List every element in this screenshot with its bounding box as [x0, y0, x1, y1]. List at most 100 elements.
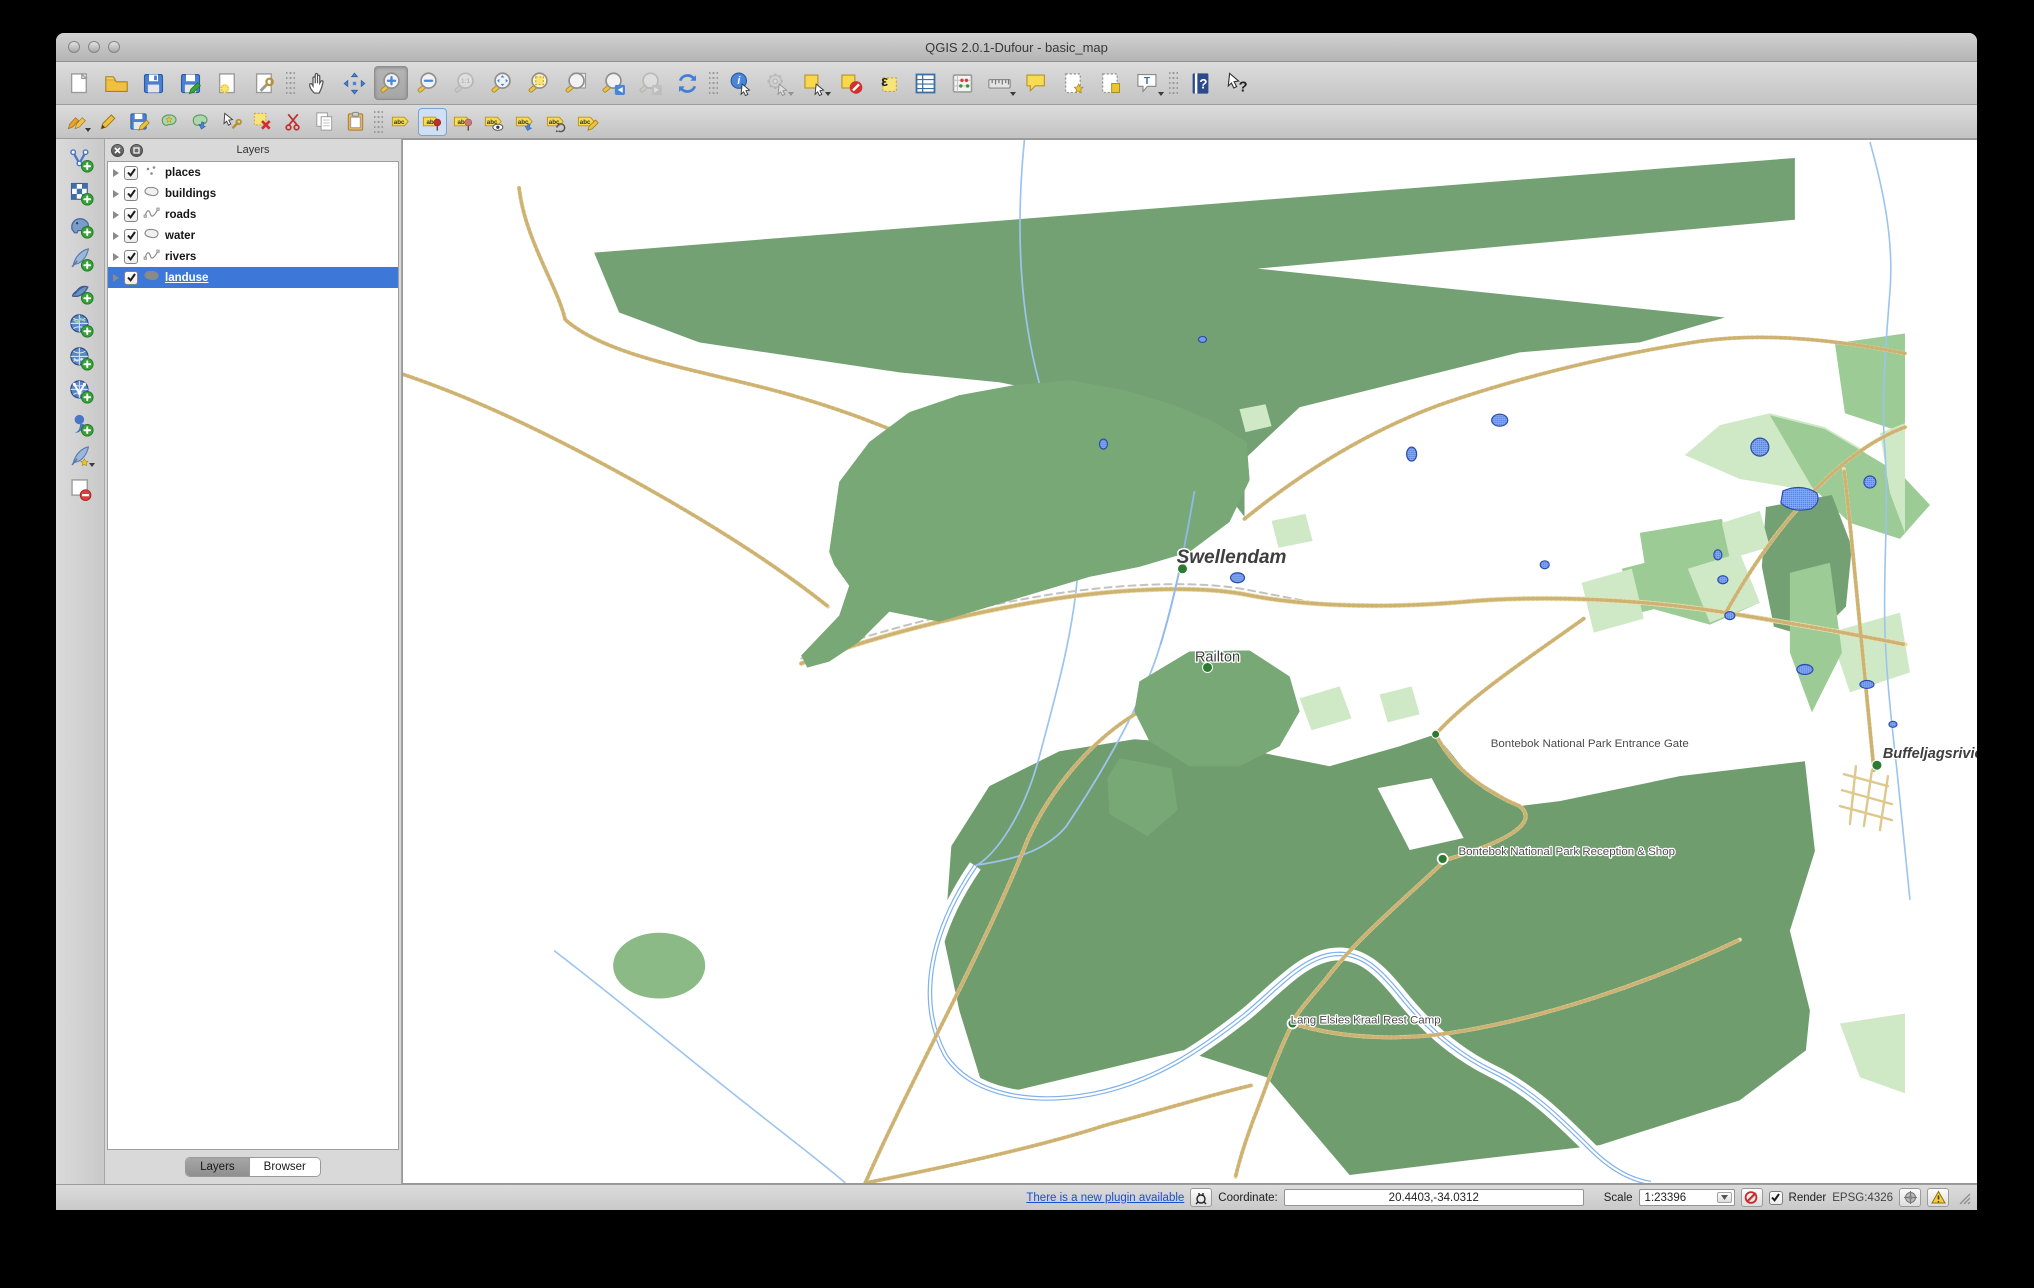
- identify-features-button[interactable]: i: [723, 66, 757, 100]
- open-project-button[interactable]: [99, 66, 133, 100]
- map-canvas[interactable]: SwellendamRailtonBontebok National Park …: [402, 139, 1977, 1184]
- stop-render-button[interactable]: [1741, 1188, 1763, 1207]
- layer-name[interactable]: rivers: [165, 251, 196, 263]
- paste-features-button[interactable]: [341, 108, 370, 136]
- help-contents-button[interactable]: ?: [1183, 66, 1217, 100]
- layer-row-rivers[interactable]: rivers: [108, 246, 398, 267]
- dropdown-caret-icon[interactable]: [85, 128, 91, 132]
- pan-to-selection-button[interactable]: [337, 66, 371, 100]
- open-attribute-table-button[interactable]: [908, 66, 942, 100]
- layer-visibility-checkbox[interactable]: [124, 208, 138, 222]
- panel-close-icon[interactable]: [111, 144, 124, 157]
- zoom-to-layer-button[interactable]: [559, 66, 593, 100]
- select-features-button[interactable]: [797, 66, 831, 100]
- add-raster-layer-button[interactable]: [66, 178, 95, 207]
- zoom-to-selection-button[interactable]: [522, 66, 556, 100]
- toggle-editing-button[interactable]: [93, 108, 122, 136]
- expand-arrow-icon[interactable]: [113, 211, 119, 219]
- zoom-out-button[interactable]: [411, 66, 445, 100]
- pan-map-button[interactable]: [300, 66, 334, 100]
- resize-grip[interactable]: [1957, 1191, 1971, 1205]
- layer-visibility-checkbox[interactable]: [124, 271, 138, 285]
- pin-unpin-labels-button[interactable]: ab: [418, 108, 447, 136]
- panel-float-icon[interactable]: [130, 144, 143, 157]
- add-vector-layer-button[interactable]: [66, 145, 95, 174]
- add-delimited-text-layer-button[interactable]: [66, 409, 95, 438]
- new-print-composer-button[interactable]: [210, 66, 244, 100]
- save-project-as-button[interactable]: [173, 66, 207, 100]
- zoom-full-button[interactable]: [485, 66, 519, 100]
- deselect-features-button[interactable]: [834, 66, 868, 100]
- crs-status-button[interactable]: [1899, 1188, 1921, 1207]
- show-bookmarks-button[interactable]: [1093, 66, 1127, 100]
- delete-selected-button[interactable]: [248, 108, 277, 136]
- refresh-map-button[interactable]: [670, 66, 704, 100]
- dropdown-caret-icon[interactable]: [1158, 92, 1164, 96]
- zoom-in-button[interactable]: [374, 66, 408, 100]
- dropdown-caret-icon[interactable]: [788, 92, 794, 96]
- composer-manager-button[interactable]: [247, 66, 281, 100]
- layer-row-water[interactable]: water: [108, 225, 398, 246]
- plugin-icon[interactable]: [1190, 1188, 1212, 1207]
- layer-name[interactable]: buildings: [165, 188, 216, 200]
- plugin-available-link[interactable]: There is a new plugin available: [1026, 1192, 1184, 1204]
- field-calculator-button[interactable]: [945, 66, 979, 100]
- new-project-button[interactable]: [62, 66, 96, 100]
- add-wfs-layer-button[interactable]: [66, 376, 95, 405]
- titlebar[interactable]: QGIS 2.0.1-Dufour - basic_map: [56, 33, 1977, 62]
- dropdown-caret-icon[interactable]: [825, 92, 831, 96]
- scale-combobox[interactable]: 1:23396: [1639, 1189, 1735, 1206]
- text-annotation-button[interactable]: T: [1130, 66, 1164, 100]
- layer-name[interactable]: landuse: [165, 272, 208, 284]
- layer-row-roads[interactable]: roads: [108, 204, 398, 225]
- message-log-button[interactable]: [1927, 1188, 1949, 1207]
- add-wcs-layer-button[interactable]: [66, 343, 95, 372]
- layer-name[interactable]: roads: [165, 209, 196, 221]
- layer-visibility-checkbox[interactable]: [124, 187, 138, 201]
- expand-arrow-icon[interactable]: [113, 253, 119, 261]
- minimize-window-button[interactable]: [88, 41, 100, 53]
- cut-features-button[interactable]: [279, 108, 308, 136]
- copy-features-button[interactable]: [310, 108, 339, 136]
- highlight-pinned-labels-button[interactable]: ab: [449, 108, 478, 136]
- expand-arrow-icon[interactable]: [113, 232, 119, 240]
- dropdown-caret-icon[interactable]: [1010, 92, 1016, 96]
- layer-name[interactable]: places: [165, 167, 201, 179]
- whats-this-button[interactable]: ?: [1220, 66, 1254, 100]
- run-feature-action-button[interactable]: [760, 66, 794, 100]
- move-label-button[interactable]: abc: [511, 108, 540, 136]
- add-wms-layer-button[interactable]: [66, 310, 95, 339]
- close-window-button[interactable]: [68, 41, 80, 53]
- tab-layers[interactable]: Layers: [186, 1158, 249, 1176]
- dropdown-caret-icon[interactable]: [89, 463, 95, 467]
- move-feature-button[interactable]: [186, 108, 215, 136]
- zoom-next-button[interactable]: [633, 66, 667, 100]
- layer-row-places[interactable]: places: [108, 162, 398, 183]
- scale-dropdown-icon[interactable]: [1717, 1192, 1732, 1203]
- layer-visibility-checkbox[interactable]: [124, 166, 138, 180]
- save-layer-edits-button[interactable]: [124, 108, 153, 136]
- expand-arrow-icon[interactable]: [113, 169, 119, 177]
- render-checkbox[interactable]: [1769, 1191, 1783, 1205]
- expand-arrow-icon[interactable]: [113, 190, 119, 198]
- save-project-button[interactable]: [136, 66, 170, 100]
- expand-arrow-icon[interactable]: [113, 274, 119, 282]
- zoom-last-button[interactable]: [596, 66, 630, 100]
- new-bookmark-button[interactable]: [1056, 66, 1090, 100]
- layer-name[interactable]: water: [165, 230, 195, 242]
- rotate-label-button[interactable]: abc: [542, 108, 571, 136]
- new-shapefile-layer-button[interactable]: [66, 442, 95, 471]
- layer-visibility-checkbox[interactable]: [124, 250, 138, 264]
- node-tool-button[interactable]: [217, 108, 246, 136]
- layer-visibility-checkbox[interactable]: [124, 229, 138, 243]
- select-by-expression-button[interactable]: ε: [871, 66, 905, 100]
- coordinate-field[interactable]: 20.4403,-34.0312: [1284, 1189, 1584, 1206]
- current-edits-button[interactable]: [62, 108, 91, 136]
- map-tips-button[interactable]: [1019, 66, 1053, 100]
- change-label-button[interactable]: abc: [573, 108, 602, 136]
- add-feature-button[interactable]: [155, 108, 184, 136]
- add-postgis-layer-button[interactable]: [66, 211, 95, 240]
- add-spatialite-layer-button[interactable]: [66, 244, 95, 273]
- zoom-window-button[interactable]: [108, 41, 120, 53]
- labeling-button[interactable]: abc: [387, 108, 416, 136]
